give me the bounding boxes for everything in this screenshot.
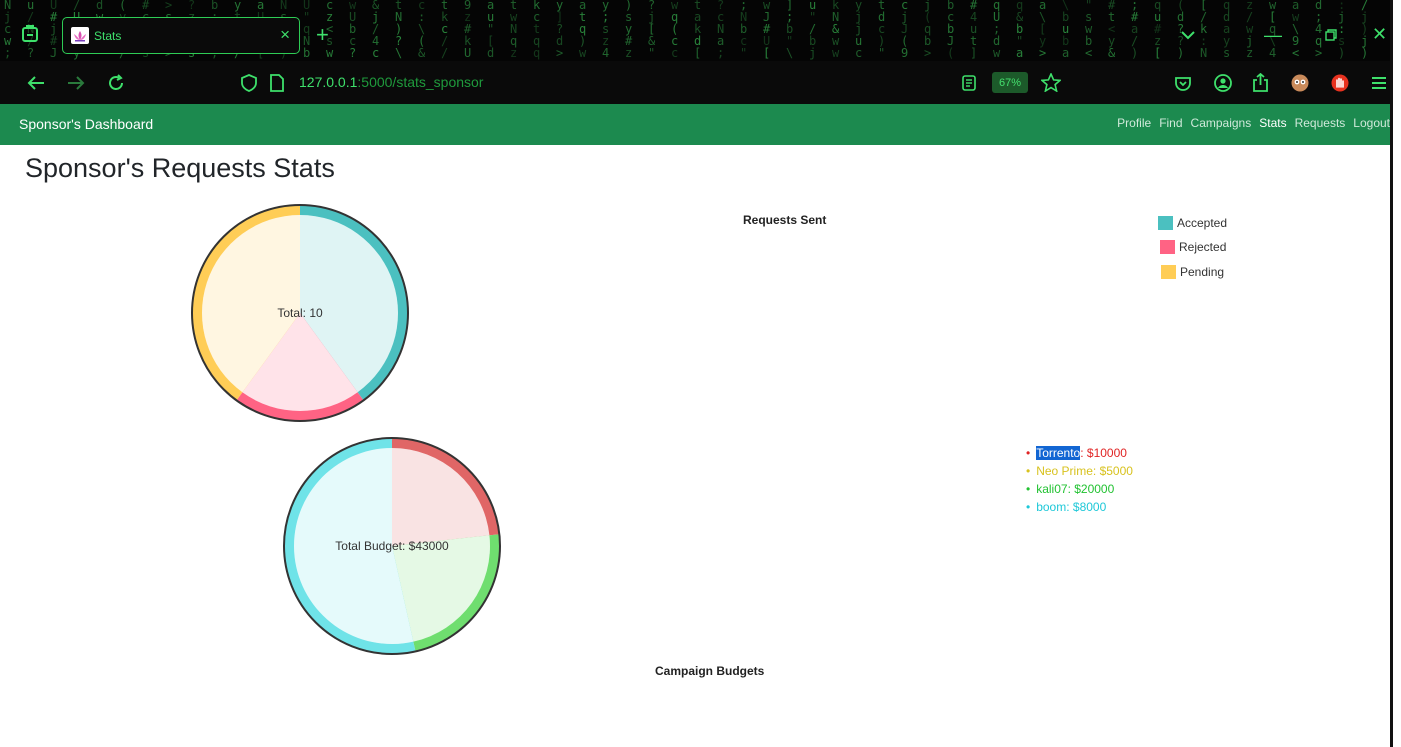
chevron-down-icon[interactable] [1181,27,1195,45]
nav-requests[interactable]: Requests [1295,116,1346,130]
tab-stats[interactable]: Stats × [62,17,300,54]
legend-accepted[interactable]: Accepted [1158,216,1227,230]
list-item[interactable]: kali07: $20000 [1026,480,1133,498]
legend-rejected-swatch [1160,240,1175,254]
brand-link[interactable]: Sponsor's Dashboard [19,116,153,132]
legend-pending[interactable]: Pending [1161,265,1224,279]
budget-total-label: Total Budget: $43000 [335,539,449,553]
menu-hamburger-icon[interactable] [1372,61,1386,104]
list-item[interactable]: Neo Prime: $5000 [1026,462,1133,480]
requests-chart-title: Requests Sent [743,213,827,227]
adblock-hand-icon[interactable] [1331,61,1349,104]
window-close-icon[interactable]: ✕ [1372,25,1387,43]
lotus-favicon-icon [71,27,89,44]
legend-accepted-label: Accepted [1177,216,1228,230]
new-tab-plus-icon[interactable]: + [316,24,329,46]
pocket-icon[interactable] [1175,61,1191,104]
nav-links: Profile Find Campaigns Stats Requests Logout [1109,116,1390,130]
zoom-level-badge[interactable]: 67% [992,72,1028,93]
budget-legend-list: Torrento: $10000 Neo Prime: $5000 kali07… [1026,444,1133,516]
campaign-name: boom [1036,500,1067,514]
requests-pie-chart: Total: 10 [191,204,409,422]
nav-logout[interactable]: Logout [1353,116,1390,130]
window-restore-icon[interactable] [1325,28,1337,46]
budgets-pie-chart: Total Budget: $43000 [283,437,501,655]
tab-list-icon[interactable] [20,24,42,46]
account-icon[interactable] [1214,61,1232,104]
tab-close-icon[interactable]: × [280,26,290,43]
campaign-name: Torrento [1036,446,1081,460]
list-item[interactable]: boom: $8000 [1026,498,1133,516]
legend-rejected-label: Rejected [1179,240,1227,254]
share-icon[interactable] [1252,61,1269,104]
window-right-edge [1390,0,1393,747]
forward-arrow-icon[interactable] [67,61,85,104]
campaign-budget: $20000 [1074,482,1115,496]
tab-title: Stats [94,29,122,43]
app-navbar: Sponsor's Dashboard Profile Find Campaigns… [0,104,1390,145]
budgets-chart-title: Campaign Budgets [655,664,765,678]
list-item[interactable]: Torrento: $10000 [1026,444,1133,462]
shield-icon[interactable] [241,61,257,104]
url-host: 127.0.0.1 [299,74,358,90]
legend-pending-swatch [1161,265,1176,279]
window-minimize-icon[interactable]: — [1264,26,1282,44]
browser-tab-bar: Njcw;u/N/?U#j#J/Uc?ydwaN"(yck/#cccs>s]4>… [0,0,1390,61]
campaign-name: kali07 [1036,482,1068,496]
browser-toolbar: 127.0.0.1:5000/stats_sponsor 67% [0,61,1390,104]
back-arrow-icon[interactable] [27,61,45,104]
url-path: :5000/stats_sponsor [357,74,484,90]
nav-profile[interactable]: Profile [1117,116,1151,130]
requests-total-label: Total: 10 [277,306,323,320]
legend-rejected[interactable]: Rejected [1160,240,1226,254]
campaign-budget: $10000 [1086,446,1127,460]
nav-find[interactable]: Find [1159,116,1182,130]
campaign-budget: $5000 [1099,464,1133,478]
nav-stats[interactable]: Stats [1259,116,1286,130]
legend-pending-label: Pending [1180,265,1225,279]
legend-accepted-swatch [1158,216,1173,230]
nav-campaigns[interactable]: Campaigns [1191,116,1252,130]
campaign-name: Neo Prime [1036,464,1093,478]
page-icon[interactable] [270,61,284,104]
reader-mode-icon[interactable] [962,61,976,104]
url-bar[interactable]: 127.0.0.1:5000/stats_sponsor [299,74,483,90]
budgets-slice-0[interactable] [392,448,490,546]
bookmark-star-icon[interactable] [1041,61,1061,104]
reload-icon[interactable] [107,61,125,104]
extension-avatar-icon[interactable] [1291,61,1309,104]
campaign-budget: $8000 [1072,500,1107,514]
page-title: Sponsor's Requests Stats [25,153,335,183]
